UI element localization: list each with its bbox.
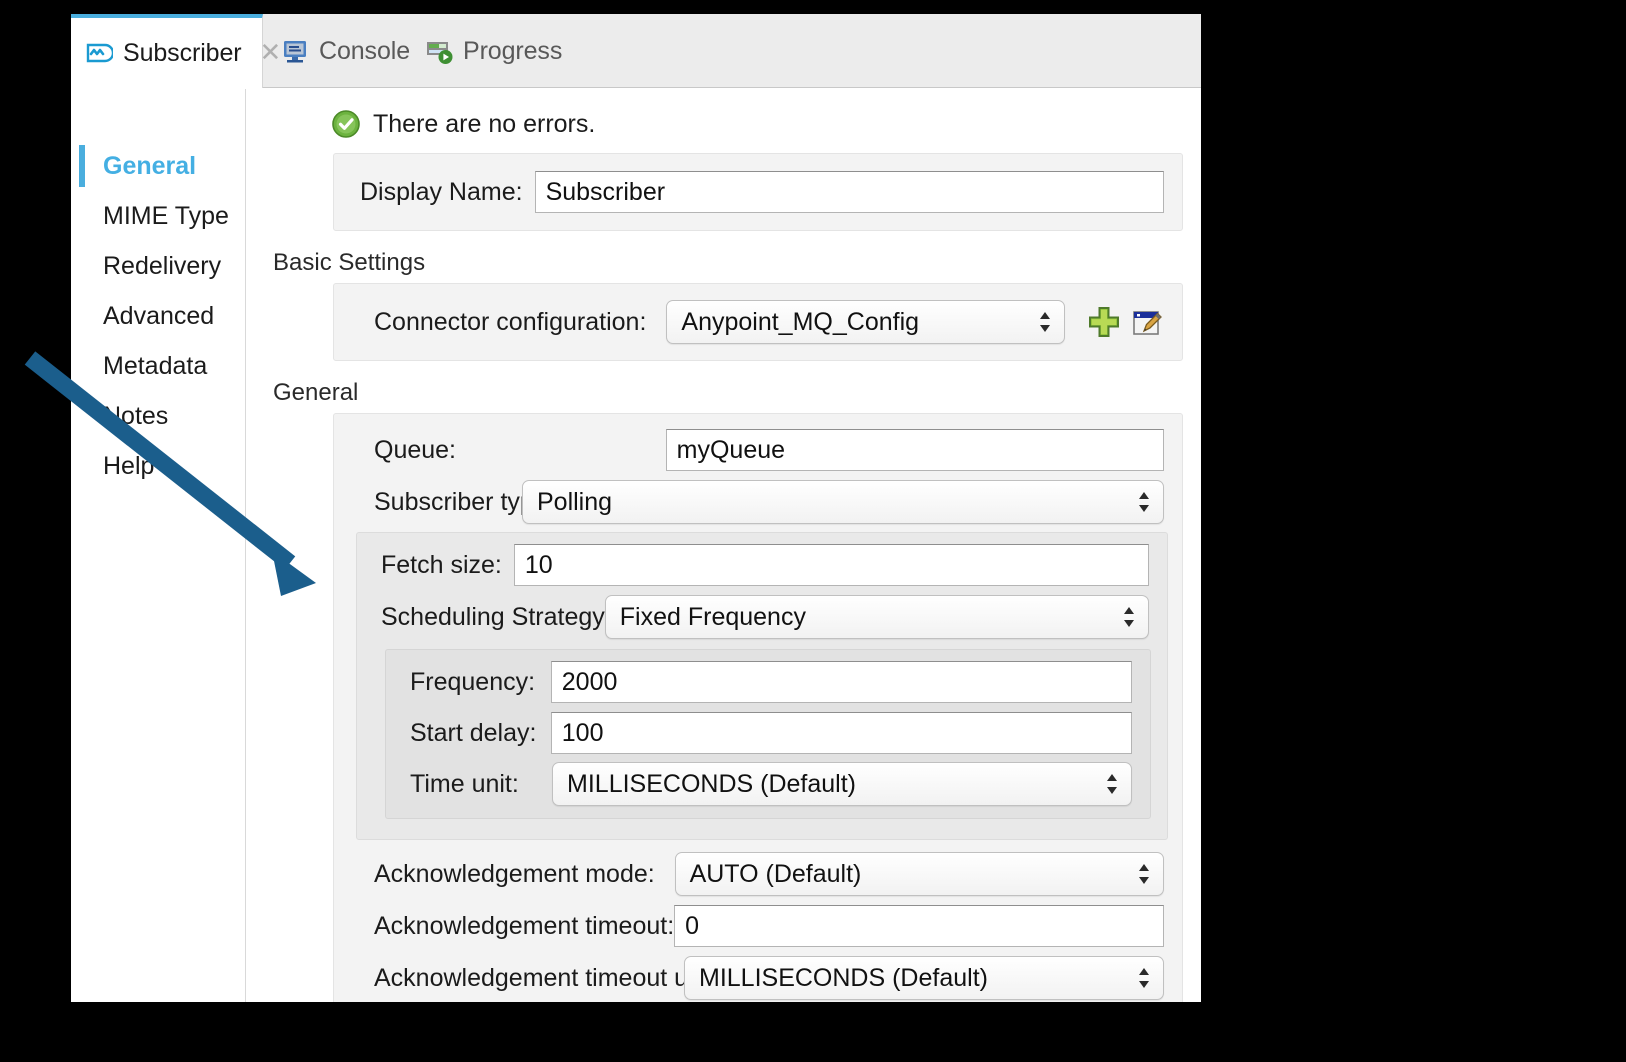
tab-bar: Subscriber ✕ Console xyxy=(71,14,1201,88)
tab-console[interactable]: Console xyxy=(267,14,424,88)
fetch-size-label: Fetch size: xyxy=(381,551,514,580)
sidebar-item-label: MIME Type xyxy=(103,202,229,231)
connector-configuration-value: Anypoint_MQ_Config xyxy=(681,308,919,337)
add-configuration-button[interactable] xyxy=(1087,302,1121,342)
time-unit-select[interactable]: MILLISECONDS (Default) xyxy=(552,762,1132,806)
basic-settings-group: Connector configuration: Anypoint_MQ_Con… xyxy=(333,283,1183,361)
connector-configuration-select[interactable]: Anypoint_MQ_Config xyxy=(666,300,1065,344)
fixed-frequency-panel: Frequency: 2000 Start delay: 100 Time un… xyxy=(385,649,1151,819)
acknowledgement-mode-value: AUTO (Default) xyxy=(690,860,862,889)
progress-icon xyxy=(425,37,453,65)
chevron-updown-icon xyxy=(1037,308,1053,336)
status-text: There are no errors. xyxy=(373,110,595,139)
subscriber-type-label: Subscriber type xyxy=(374,488,522,517)
fetch-size-input[interactable]: 10 xyxy=(514,544,1149,586)
acknowledgement-timeout-input[interactable]: 0 xyxy=(674,905,1164,947)
acknowledgement-mode-label: Acknowledgement mode: xyxy=(374,860,675,889)
chevron-updown-icon xyxy=(1104,770,1120,798)
sidebar-item-label: Redelivery xyxy=(103,252,221,281)
basic-settings-title: Basic Settings xyxy=(247,237,1201,283)
chevron-updown-icon xyxy=(1121,603,1137,631)
subscriber-type-select[interactable]: Polling xyxy=(522,480,1164,524)
scheduling-strategy-value: Fixed Frequency xyxy=(620,603,806,632)
time-unit-value: MILLISECONDS (Default) xyxy=(567,770,856,799)
sidebar-item-mime-type[interactable]: MIME Type xyxy=(71,191,245,241)
time-unit-label: Time unit: xyxy=(410,770,552,799)
acknowledgement-timeout-unit-select[interactable]: MILLISECONDS (Default) xyxy=(684,956,1164,1000)
scheduling-strategy-select[interactable]: Fixed Frequency xyxy=(605,595,1149,639)
display-name-input[interactable]: Subscriber xyxy=(535,171,1164,213)
start-delay-label: Start delay: xyxy=(410,719,551,748)
tab-console-label: Console xyxy=(319,37,410,66)
connector-configuration-label: Connector configuration: xyxy=(374,308,646,337)
acknowledgement-timeout-unit-value: MILLISECONDS (Default) xyxy=(699,964,988,993)
success-check-icon xyxy=(331,109,361,139)
chevron-updown-icon xyxy=(1136,488,1152,516)
sidebar-item-label: General xyxy=(103,152,196,181)
sidebar-item-label: Advanced xyxy=(103,302,214,331)
sidebar-item-advanced[interactable]: Advanced xyxy=(71,291,245,341)
sidebar-item-metadata[interactable]: Metadata xyxy=(71,341,245,391)
sidebar-item-notes[interactable]: Notes xyxy=(71,391,245,441)
settings-main-panel: There are no errors. Display Name: Subsc… xyxy=(247,89,1201,1002)
console-icon xyxy=(281,37,309,65)
acknowledgement-timeout-label: Acknowledgement timeout: xyxy=(374,912,674,941)
sidebar-item-redelivery[interactable]: Redelivery xyxy=(71,241,245,291)
tab-progress[interactable]: Progress xyxy=(411,14,576,88)
sidebar-item-general[interactable]: General xyxy=(71,141,245,191)
settings-sidebar: General MIME Type Redelivery Advanced Me… xyxy=(71,89,246,1002)
acknowledgement-mode-select[interactable]: AUTO (Default) xyxy=(675,852,1164,896)
status-message: There are no errors. xyxy=(247,89,1201,153)
tab-subscriber[interactable]: Subscriber ✕ xyxy=(71,14,263,88)
frequency-label: Frequency: xyxy=(410,668,551,697)
editor-window: Subscriber ✕ Console xyxy=(71,14,1201,1002)
sidebar-item-help[interactable]: Help xyxy=(71,441,245,491)
general-group: Queue: myQueue Subscriber type Polling xyxy=(333,413,1183,1002)
sidebar-item-label: Notes xyxy=(103,402,168,431)
scheduling-strategy-label: Scheduling Strategy xyxy=(381,603,605,632)
sidebar-item-label: Metadata xyxy=(103,352,207,381)
subscriber-icon xyxy=(85,39,113,67)
general-title: General xyxy=(247,367,1201,413)
start-delay-input[interactable]: 100 xyxy=(551,712,1132,754)
chevron-updown-icon xyxy=(1136,964,1152,992)
screenshot-root: Subscriber ✕ Console xyxy=(0,0,1626,1062)
tab-progress-label: Progress xyxy=(463,37,562,66)
sidebar-item-label: Help xyxy=(103,452,154,481)
queue-label: Queue: xyxy=(374,436,666,465)
queue-input[interactable]: myQueue xyxy=(666,429,1164,471)
subscriber-type-value: Polling xyxy=(537,488,612,517)
frequency-input[interactable]: 2000 xyxy=(551,661,1132,703)
display-name-group: Display Name: Subscriber xyxy=(333,153,1183,231)
tab-subscriber-label: Subscriber xyxy=(123,39,242,68)
plus-icon xyxy=(1087,305,1121,339)
edit-pencil-icon xyxy=(1130,305,1164,339)
display-name-label: Display Name: xyxy=(360,178,523,207)
edit-configuration-button[interactable] xyxy=(1130,302,1164,342)
polling-settings-panel: Fetch size: 10 Scheduling Strategy Fixed… xyxy=(356,532,1168,840)
acknowledgement-timeout-unit-label: Acknowledgement timeout unit: xyxy=(374,964,684,993)
chevron-updown-icon xyxy=(1136,860,1152,888)
